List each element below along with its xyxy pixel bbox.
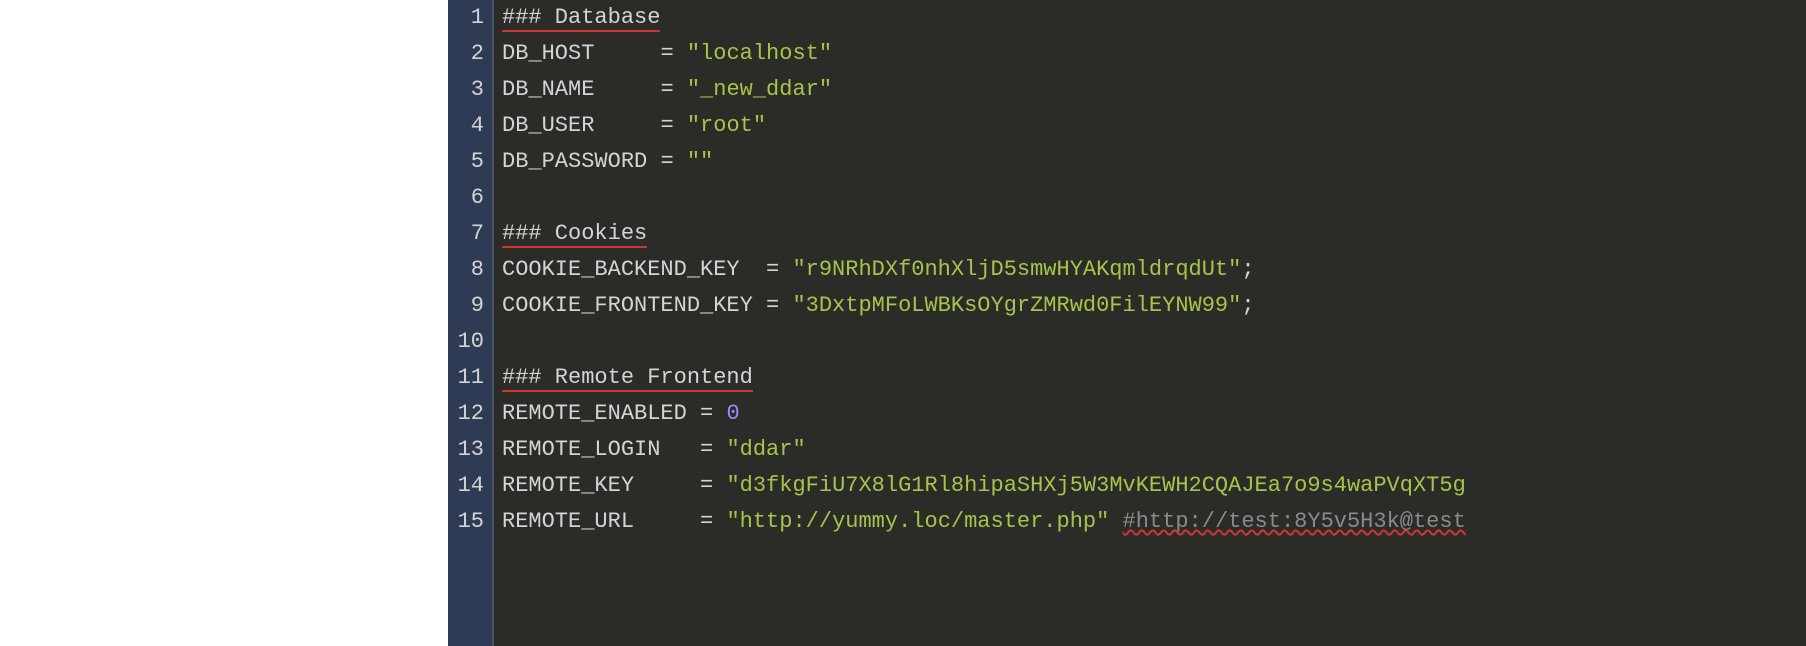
code-token: "d3fkgFiU7X8lG1Rl8hipaSHXj5W3MvKEWH2CQAJ… xyxy=(726,473,1465,498)
line-number: 8 xyxy=(448,252,484,288)
code-token: ### Cookies xyxy=(502,221,647,248)
code-token: = xyxy=(660,149,673,174)
code-token: = xyxy=(700,473,713,498)
code-token: = xyxy=(660,113,673,138)
code-token: REMOTE_URL xyxy=(502,509,700,534)
code-token: ; xyxy=(1241,257,1254,282)
code-token: DB_NAME xyxy=(502,77,660,102)
line-number: 10 xyxy=(448,324,484,360)
code-token xyxy=(713,401,726,426)
code-line[interactable]: DB_HOST = "localhost" xyxy=(502,36,1806,72)
code-line[interactable] xyxy=(502,180,1806,216)
code-token xyxy=(779,293,792,318)
line-number: 2 xyxy=(448,36,484,72)
line-number: 12 xyxy=(448,396,484,432)
code-token: REMOTE_KEY xyxy=(502,473,700,498)
code-line[interactable]: REMOTE_LOGIN = "ddar" xyxy=(502,432,1806,468)
code-token: REMOTE_ENABLED xyxy=(502,401,700,426)
code-token: DB_HOST xyxy=(502,41,660,66)
code-token xyxy=(713,509,726,534)
code-line[interactable]: REMOTE_KEY = "d3fkgFiU7X8lG1Rl8hipaSHXj5… xyxy=(502,468,1806,504)
code-token: COOKIE_FRONTEND_KEY xyxy=(502,293,766,318)
line-number: 9 xyxy=(448,288,484,324)
line-number: 15 xyxy=(448,504,484,540)
line-number: 13 xyxy=(448,432,484,468)
code-token: 0 xyxy=(726,401,739,426)
code-token: ### Database xyxy=(502,5,660,32)
code-token: = xyxy=(766,257,779,282)
code-line[interactable]: REMOTE_URL = "http://yummy.loc/master.ph… xyxy=(502,504,1806,540)
line-number: 6 xyxy=(448,180,484,216)
code-editor[interactable]: 123456789101112131415 ### DatabaseDB_HOS… xyxy=(448,0,1806,646)
code-token: DB_USER xyxy=(502,113,660,138)
code-line[interactable]: ### Database xyxy=(502,0,1806,36)
code-token xyxy=(674,113,687,138)
code-token: DB_PASSWORD xyxy=(502,149,660,174)
code-line[interactable]: REMOTE_ENABLED = 0 xyxy=(502,396,1806,432)
code-token: "3DxtpMFoLWBKsOYgrZMRwd0FilEYNW99" xyxy=(792,293,1241,318)
line-number: 7 xyxy=(448,216,484,252)
code-token: "" xyxy=(687,149,713,174)
line-number: 3 xyxy=(448,72,484,108)
code-token: COOKIE_BACKEND_KEY xyxy=(502,257,766,282)
code-line[interactable] xyxy=(502,324,1806,360)
code-token: ; xyxy=(1241,293,1254,318)
line-number-gutter: 123456789101112131415 xyxy=(448,0,494,646)
code-token: "r9NRhDXf0nhXljD5smwHYAKqmldrqdUt" xyxy=(792,257,1241,282)
code-token xyxy=(1109,509,1122,534)
code-token: = xyxy=(660,77,673,102)
code-line[interactable]: DB_NAME = "_new_ddar" xyxy=(502,72,1806,108)
code-line[interactable]: COOKIE_FRONTEND_KEY = "3DxtpMFoLWBKsOYgr… xyxy=(502,288,1806,324)
code-token: ### Remote Frontend xyxy=(502,365,753,392)
line-number: 1 xyxy=(448,0,484,36)
line-number: 4 xyxy=(448,108,484,144)
code-token: "http://yummy.loc/master.php" xyxy=(726,509,1109,534)
code-token: = xyxy=(700,401,713,426)
code-token xyxy=(713,473,726,498)
code-token: "_new_ddar" xyxy=(687,77,832,102)
code-token xyxy=(674,149,687,174)
line-number: 11 xyxy=(448,360,484,396)
line-number: 14 xyxy=(448,468,484,504)
code-token: #http://test:8Y5v5H3k@test xyxy=(1123,509,1466,534)
code-token xyxy=(674,41,687,66)
code-line[interactable]: ### Cookies xyxy=(502,216,1806,252)
code-token: = xyxy=(660,41,673,66)
left-margin-panel xyxy=(0,0,448,646)
code-area[interactable]: ### DatabaseDB_HOST = "localhost"DB_NAME… xyxy=(494,0,1806,646)
code-token: = xyxy=(700,437,713,462)
line-number: 5 xyxy=(448,144,484,180)
code-token xyxy=(779,257,792,282)
code-token xyxy=(674,77,687,102)
code-token: REMOTE_LOGIN xyxy=(502,437,700,462)
code-token xyxy=(713,437,726,462)
code-line[interactable]: ### Remote Frontend xyxy=(502,360,1806,396)
code-token: "localhost" xyxy=(687,41,832,66)
code-line[interactable]: DB_USER = "root" xyxy=(502,108,1806,144)
code-token: "ddar" xyxy=(726,437,805,462)
code-token: "root" xyxy=(687,113,766,138)
code-token: = xyxy=(766,293,779,318)
code-line[interactable]: COOKIE_BACKEND_KEY = "r9NRhDXf0nhXljD5sm… xyxy=(502,252,1806,288)
code-line[interactable]: DB_PASSWORD = "" xyxy=(502,144,1806,180)
code-token: = xyxy=(700,509,713,534)
